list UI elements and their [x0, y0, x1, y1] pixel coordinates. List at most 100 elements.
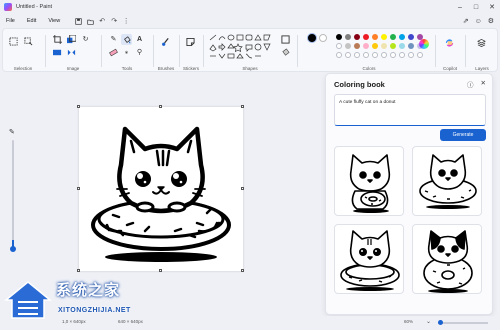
color-swatch[interactable]: [408, 52, 414, 58]
canvas-handle-right[interactable]: [241, 187, 244, 190]
minimize-button[interactable]: –: [452, 0, 468, 14]
primary-color-swatch[interactable]: [307, 33, 317, 43]
canvas-handle-top-left[interactable]: [77, 105, 80, 108]
result-thumbnail-1[interactable]: [334, 146, 404, 216]
colors-group-label: Colors: [362, 66, 376, 71]
settings-icon[interactable]: ⚙: [488, 17, 494, 25]
redo-icon[interactable]: ↷: [108, 16, 120, 26]
brushes-group-label: Brushes: [157, 66, 175, 71]
color-swatch[interactable]: [363, 52, 369, 58]
secondary-color-swatch[interactable]: [319, 34, 327, 42]
color-swatch[interactable]: [336, 43, 342, 49]
menu-edit[interactable]: Edit: [21, 18, 42, 24]
brush-size-slider-thumb[interactable]: [10, 246, 16, 252]
fill-bucket-icon[interactable]: [121, 34, 132, 45]
result-thumbnail-3[interactable]: [334, 224, 404, 294]
shape-outline-icon[interactable]: [281, 35, 290, 44]
result-image-2: [419, 154, 477, 209]
drawing-canvas[interactable]: [79, 107, 243, 271]
watermark-house-logo: [3, 281, 53, 319]
account-icon[interactable]: ☺: [475, 18, 482, 25]
zoom-dropdown-icon[interactable]: ⌄: [426, 318, 431, 325]
undo-icon[interactable]: ↶: [96, 16, 108, 26]
color-swatch[interactable]: [390, 34, 396, 40]
canvas-handle-bottom-right[interactable]: [241, 269, 244, 272]
canvas-handle-bottom-left[interactable]: [77, 269, 80, 272]
color-swatch[interactable]: [336, 34, 342, 40]
text-tool-icon[interactable]: A: [135, 35, 144, 44]
watermark-chinese: 系统之家: [56, 281, 121, 299]
close-button[interactable]: ✕: [484, 0, 500, 14]
color-swatch[interactable]: [345, 52, 351, 58]
open-icon[interactable]: [84, 16, 96, 26]
result-thumbnail-4[interactable]: [412, 224, 482, 294]
window-title: Untitled - Paint: [16, 4, 53, 10]
color-swatch[interactable]: [372, 52, 378, 58]
color-swatch[interactable]: [354, 52, 360, 58]
color-swatch[interactable]: [336, 52, 342, 58]
menu-view[interactable]: View: [42, 18, 66, 24]
color-swatch[interactable]: [399, 34, 405, 40]
flip-icon[interactable]: [67, 48, 76, 57]
color-swatch[interactable]: [390, 43, 396, 49]
color-swatch[interactable]: [417, 52, 423, 58]
maximize-icon: □: [473, 3, 479, 11]
zoom-slider-thumb[interactable]: [438, 320, 443, 325]
crop-icon[interactable]: [53, 35, 62, 44]
shapes-gallery[interactable]: [209, 34, 279, 60]
shapes-group-label: Shapes: [242, 66, 258, 71]
layers-icon[interactable]: [477, 38, 486, 47]
canvas-handle-top-right[interactable]: [241, 105, 244, 108]
selection-group: Selection: [3, 29, 43, 73]
color-swatch[interactable]: [381, 52, 387, 58]
info-icon[interactable]: ⓘ: [467, 79, 474, 89]
color-swatch[interactable]: [390, 52, 396, 58]
brush-icon[interactable]: [161, 37, 170, 46]
shape-fill-icon[interactable]: [281, 48, 290, 57]
menu-file[interactable]: File: [0, 18, 21, 24]
rotate-icon[interactable]: ↻: [81, 35, 90, 44]
copilot-icon[interactable]: [445, 38, 454, 47]
zoom-slider[interactable]: [438, 322, 488, 324]
color-swatch[interactable]: [381, 43, 387, 49]
prompt-text: A cute fluffy cat on a donut: [339, 100, 396, 105]
prompt-input[interactable]: A cute fluffy cat on a donut: [334, 94, 486, 126]
share-icon[interactable]: ⇗: [463, 17, 469, 25]
color-swatch[interactable]: [345, 43, 351, 49]
maximize-button[interactable]: □: [468, 0, 484, 14]
canvas-handle-left[interactable]: [77, 187, 80, 190]
color-swatch[interactable]: [354, 43, 360, 49]
brush-size-slider[interactable]: [12, 140, 14, 250]
eraser-icon[interactable]: [109, 48, 118, 57]
save-icon[interactable]: [72, 16, 84, 26]
select-rectangle-icon[interactable]: [9, 37, 18, 46]
zoom-level[interactable]: 60%: [404, 319, 413, 324]
color-swatch[interactable]: [399, 52, 405, 58]
panel-close-icon[interactable]: ✕: [481, 79, 486, 89]
color-swatch[interactable]: [345, 34, 351, 40]
sticker-icon[interactable]: [186, 37, 195, 46]
magnifier-icon[interactable]: ⚲: [135, 48, 144, 57]
color-swatch[interactable]: [363, 34, 369, 40]
more-icon[interactable]: ⋮: [120, 16, 132, 26]
color-swatch[interactable]: [408, 34, 414, 40]
color-swatch[interactable]: [363, 43, 369, 49]
canvas-handle-bottom[interactable]: [159, 269, 162, 272]
color-swatch[interactable]: [399, 43, 405, 49]
canvas-handle-top[interactable]: [159, 105, 162, 108]
color-swatch[interactable]: [372, 43, 378, 49]
color-swatch[interactable]: [408, 43, 414, 49]
edit-colors-icon[interactable]: [419, 39, 429, 49]
color-picker-icon[interactable]: ⁎: [122, 48, 131, 57]
pencil-icon[interactable]: ✎: [109, 35, 118, 44]
select-all-icon[interactable]: [24, 37, 33, 46]
result-thumbnail-2[interactable]: [412, 146, 482, 216]
result-image-4: [423, 230, 473, 293]
resize-icon[interactable]: [67, 35, 76, 44]
layers-group: Layers: [467, 29, 497, 73]
color-swatch[interactable]: [354, 34, 360, 40]
image-select-icon[interactable]: [53, 48, 62, 57]
generate-button[interactable]: Generate: [440, 129, 486, 141]
color-swatch[interactable]: [381, 34, 387, 40]
color-swatch[interactable]: [372, 34, 378, 40]
